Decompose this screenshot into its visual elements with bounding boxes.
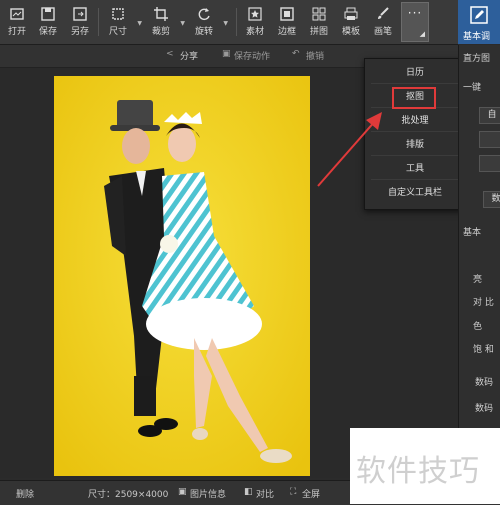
brightness-label: 亮 — [473, 275, 483, 285]
digital-section-label-2[interactable]: 数码 — [475, 401, 493, 414]
frame-label: 边框 — [277, 27, 296, 37]
chevron-down-icon[interactable]: ▼ — [180, 20, 185, 27]
brush-button[interactable]: 画笔 — [368, 4, 398, 42]
save-label: 保存 — [38, 27, 57, 37]
compare-icon: ◧ — [244, 487, 253, 497]
more-button[interactable]: ··· ◢ — [401, 2, 429, 42]
frame-icon — [280, 7, 294, 21]
photo-preview[interactable] — [54, 76, 310, 476]
basic-adjust-tab[interactable]: 基本调 — [458, 0, 500, 44]
material-button[interactable]: 素材 — [240, 4, 270, 42]
open-button[interactable]: 打开 — [2, 4, 32, 42]
material-label: 素材 — [245, 27, 264, 37]
preset-button[interactable] — [479, 155, 500, 172]
saturation-label: 饱 和 — [473, 345, 494, 355]
preset-button[interactable] — [479, 131, 500, 148]
brush-label: 画笔 — [373, 27, 392, 37]
chevron-down-icon[interactable]: ▼ — [137, 20, 142, 27]
rotate-label: 旋转 — [194, 27, 213, 37]
star-icon — [248, 7, 262, 21]
couple-photo-image — [54, 76, 310, 476]
open-label: 打开 — [7, 27, 26, 37]
basic-section-label[interactable]: 基本 — [463, 225, 481, 238]
crop-icon — [154, 7, 168, 21]
digital-section-label[interactable]: 数码 — [475, 375, 493, 388]
save-icon — [41, 7, 55, 21]
undo-button[interactable]: 撤销 — [306, 49, 324, 62]
resize-label: 尺寸 — [108, 27, 127, 37]
more-dots-icon: ··· — [407, 6, 423, 20]
image-size-text: 尺寸：2509×4000 — [88, 490, 169, 500]
compare-button[interactable]: 对比 — [256, 487, 274, 500]
histogram-label: 直方图 — [463, 54, 491, 64]
fullscreen-button[interactable]: 全屏 — [302, 487, 320, 500]
resize-icon — [112, 8, 124, 20]
delete-button[interactable]: 删除 — [16, 487, 34, 500]
auto-button[interactable]: 自 — [479, 107, 500, 124]
menu-item-calendar[interactable]: 日历 — [371, 63, 459, 84]
frame-button[interactable]: 边框 — [272, 4, 302, 42]
crop-button[interactable]: 裁剪 ▼ — [146, 4, 185, 42]
undo-icon: ↶ — [292, 49, 300, 59]
collage-label: 拼图 — [309, 27, 328, 37]
save-as-button[interactable]: 另存 — [65, 4, 95, 42]
one-key-label: 一键 — [463, 83, 482, 93]
main-toolbar: 打开 保存 另存 尺寸 ▼ 裁剪 ▼ 旋转 ▼ 素材 边框 拼图 模板 画笔 ·… — [0, 0, 458, 45]
save-action-button[interactable]: 保存动作 — [234, 49, 270, 62]
image-info-button[interactable]: 图片信息 — [190, 487, 226, 500]
color-label: 色 — [473, 322, 483, 332]
share-icon[interactable]: < — [166, 49, 174, 59]
watermark-box: 软件技巧 — [350, 428, 500, 504]
save-button[interactable]: 保存 — [33, 4, 63, 42]
template-label: 模板 — [341, 27, 360, 37]
resize-button[interactable]: 尺寸 ▼ — [103, 4, 142, 42]
annotation-arrow — [317, 112, 382, 187]
basic-adjust-label: 基本调 — [463, 32, 491, 42]
brush-icon — [378, 7, 389, 19]
template-button[interactable]: 模板 — [336, 4, 366, 42]
digital-button[interactable]: 数 — [483, 191, 500, 208]
save-as-label: 另存 — [70, 27, 89, 37]
edit-icon — [470, 6, 488, 24]
grid-icon — [312, 7, 326, 21]
dropdown-corner-icon: ◢ — [419, 30, 425, 38]
info-icon: ▣ — [178, 487, 187, 497]
crop-label: 裁剪 — [151, 27, 170, 37]
rotate-button[interactable]: 旋转 ▼ — [189, 4, 228, 42]
open-icon — [10, 8, 24, 20]
chevron-down-icon[interactable]: ▼ — [223, 20, 228, 27]
share-button[interactable]: 分享 — [180, 49, 198, 62]
watermark-text: 软件技巧 — [356, 454, 480, 489]
fullscreen-icon: ⛶ — [290, 487, 297, 497]
rotate-icon — [198, 8, 210, 21]
highlight-box — [392, 87, 436, 109]
save-action-icon: ▣ — [222, 49, 231, 59]
save-as-icon — [73, 7, 87, 21]
adjust-panel: 直方图 一键 自 数 基本 亮 对 比 色 饱 和 数码 数码 — [458, 45, 500, 478]
collage-button[interactable]: 拼图 — [304, 4, 334, 42]
contrast-label: 对 比 — [473, 298, 494, 308]
printer-icon — [344, 7, 358, 20]
